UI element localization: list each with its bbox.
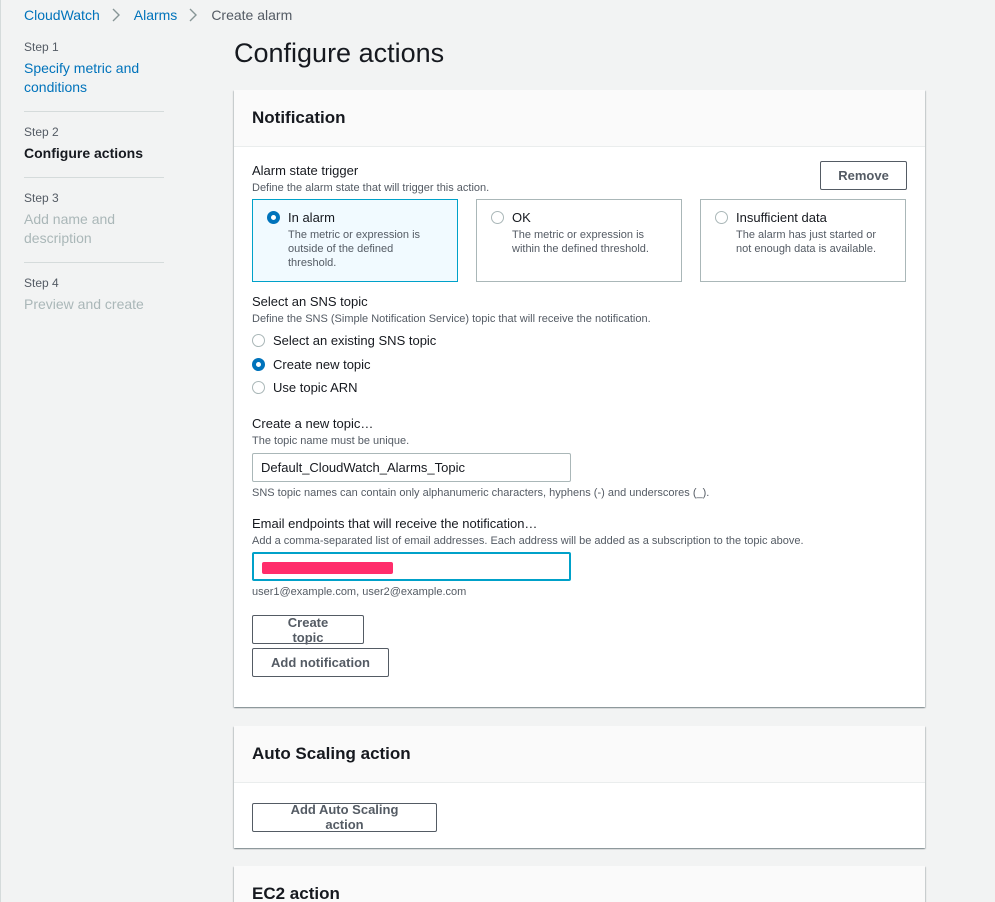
tile-desc: The metric or expression is outside of t… <box>288 229 421 269</box>
add-auto-scaling-button[interactable]: Add Auto Scaling action <box>252 802 437 832</box>
alarm-state-trigger-label: Alarm state trigger <box>252 163 359 178</box>
panel-header: EC2 action <box>234 866 925 902</box>
tile-in-alarm[interactable]: In alarm The metric or expression is out… <box>252 199 458 282</box>
step-title-current: Configure actions <box>24 145 144 161</box>
radio-checked-icon[interactable] <box>267 211 280 224</box>
email-endpoints-desc: Add a comma-separated list of email addr… <box>252 534 804 547</box>
radio-unchecked-icon[interactable] <box>715 211 728 224</box>
add-notification-button[interactable]: Add notification <box>252 648 389 677</box>
step-3: Step 3 Add name and description <box>24 191 164 263</box>
step-title-disabled: Preview and create <box>24 296 144 312</box>
radio-checked-icon[interactable] <box>252 357 265 371</box>
tile-ok[interactable]: OK The metric or expression is within th… <box>476 199 682 282</box>
sns-option-create[interactable]: Create new topic <box>252 353 907 377</box>
topic-name-hint: SNS topic names can contain only alphanu… <box>252 486 710 499</box>
radio-unchecked-icon[interactable] <box>252 381 265 395</box>
autoscaling-body: Add Auto Scaling action <box>234 783 925 832</box>
tile-insufficient-data[interactable]: Insufficient data The alarm has just sta… <box>700 199 906 282</box>
remove-button[interactable]: Remove <box>820 161 907 190</box>
step-number: Step 1 <box>24 40 59 54</box>
autoscaling-panel: Auto Scaling action Add Auto Scaling act… <box>234 726 925 848</box>
new-topic-desc: The topic name must be unique. <box>252 434 410 447</box>
step-1: Step 1 Specify metric and conditions <box>24 40 164 112</box>
tile-title: OK <box>512 210 531 225</box>
panel-header: Notification <box>234 90 925 147</box>
notification-body: Remove Alarm state trigger Define the al… <box>234 147 925 677</box>
panel-header: Auto Scaling action <box>234 726 925 783</box>
breadcrumb-alarms[interactable]: Alarms <box>134 7 178 23</box>
redacted-email <box>262 561 393 574</box>
tile-desc: The metric or expression is within the d… <box>512 229 649 255</box>
page-title: Configure actions <box>234 38 445 68</box>
step-number: Step 3 <box>24 191 59 205</box>
sns-option-arn[interactable]: Use topic ARN <box>252 376 907 400</box>
notification-panel: Notification Remove Alarm state trigger … <box>234 90 925 707</box>
tile-desc: The alarm has just started or not enough… <box>736 229 877 255</box>
radio-label: Select an existing SNS topic <box>273 333 437 349</box>
page: CloudWatch Alarms Create alarm Step 1 Sp… <box>0 0 995 902</box>
step-number: Step 4 <box>24 276 59 290</box>
step-4: Step 4 Preview and create <box>24 276 164 328</box>
sns-topic-desc: Define the SNS (Simple Notification Serv… <box>252 313 651 325</box>
step-number: Step 2 <box>24 125 59 139</box>
ec2-panel: EC2 action <box>234 866 925 902</box>
chevron-right-icon <box>184 8 204 22</box>
alarm-state-trigger-desc: Define the alarm state that will trigger… <box>252 182 490 194</box>
chevron-right-icon <box>107 8 127 22</box>
new-topic-label: Create a new topic… <box>252 415 374 431</box>
breadcrumb: CloudWatch Alarms Create alarm <box>24 7 292 23</box>
radio-label: Use topic ARN <box>273 380 358 396</box>
email-endpoints-input[interactable] <box>252 551 571 581</box>
step-2: Step 2 Configure actions <box>24 125 164 178</box>
sns-topic-label: Select an SNS topic <box>252 294 368 309</box>
create-topic-button[interactable]: Create topic <box>252 615 364 645</box>
wizard-steps: Step 1 Specify metric and conditions Ste… <box>24 40 164 341</box>
email-endpoints-hint: user1@example.com, user2@example.com <box>252 585 467 598</box>
topic-name-input[interactable] <box>252 452 571 482</box>
breadcrumb-cloudwatch[interactable]: CloudWatch <box>24 7 100 23</box>
sns-option-existing[interactable]: Select an existing SNS topic <box>252 329 907 353</box>
radio-label: Create new topic <box>273 356 371 372</box>
radio-unchecked-icon[interactable] <box>491 211 504 224</box>
tile-title: Insufficient data <box>736 210 827 225</box>
tile-title: In alarm <box>288 210 335 225</box>
email-endpoints-label: Email endpoints that will receive the no… <box>252 515 538 531</box>
alarm-state-tiles: In alarm The metric or expression is out… <box>252 199 907 282</box>
step-title-disabled: Add name and description <box>24 211 116 246</box>
breadcrumb-current: Create alarm <box>211 7 293 23</box>
radio-unchecked-icon[interactable] <box>252 334 265 348</box>
step-title-link[interactable]: Specify metric and conditions <box>24 59 164 97</box>
